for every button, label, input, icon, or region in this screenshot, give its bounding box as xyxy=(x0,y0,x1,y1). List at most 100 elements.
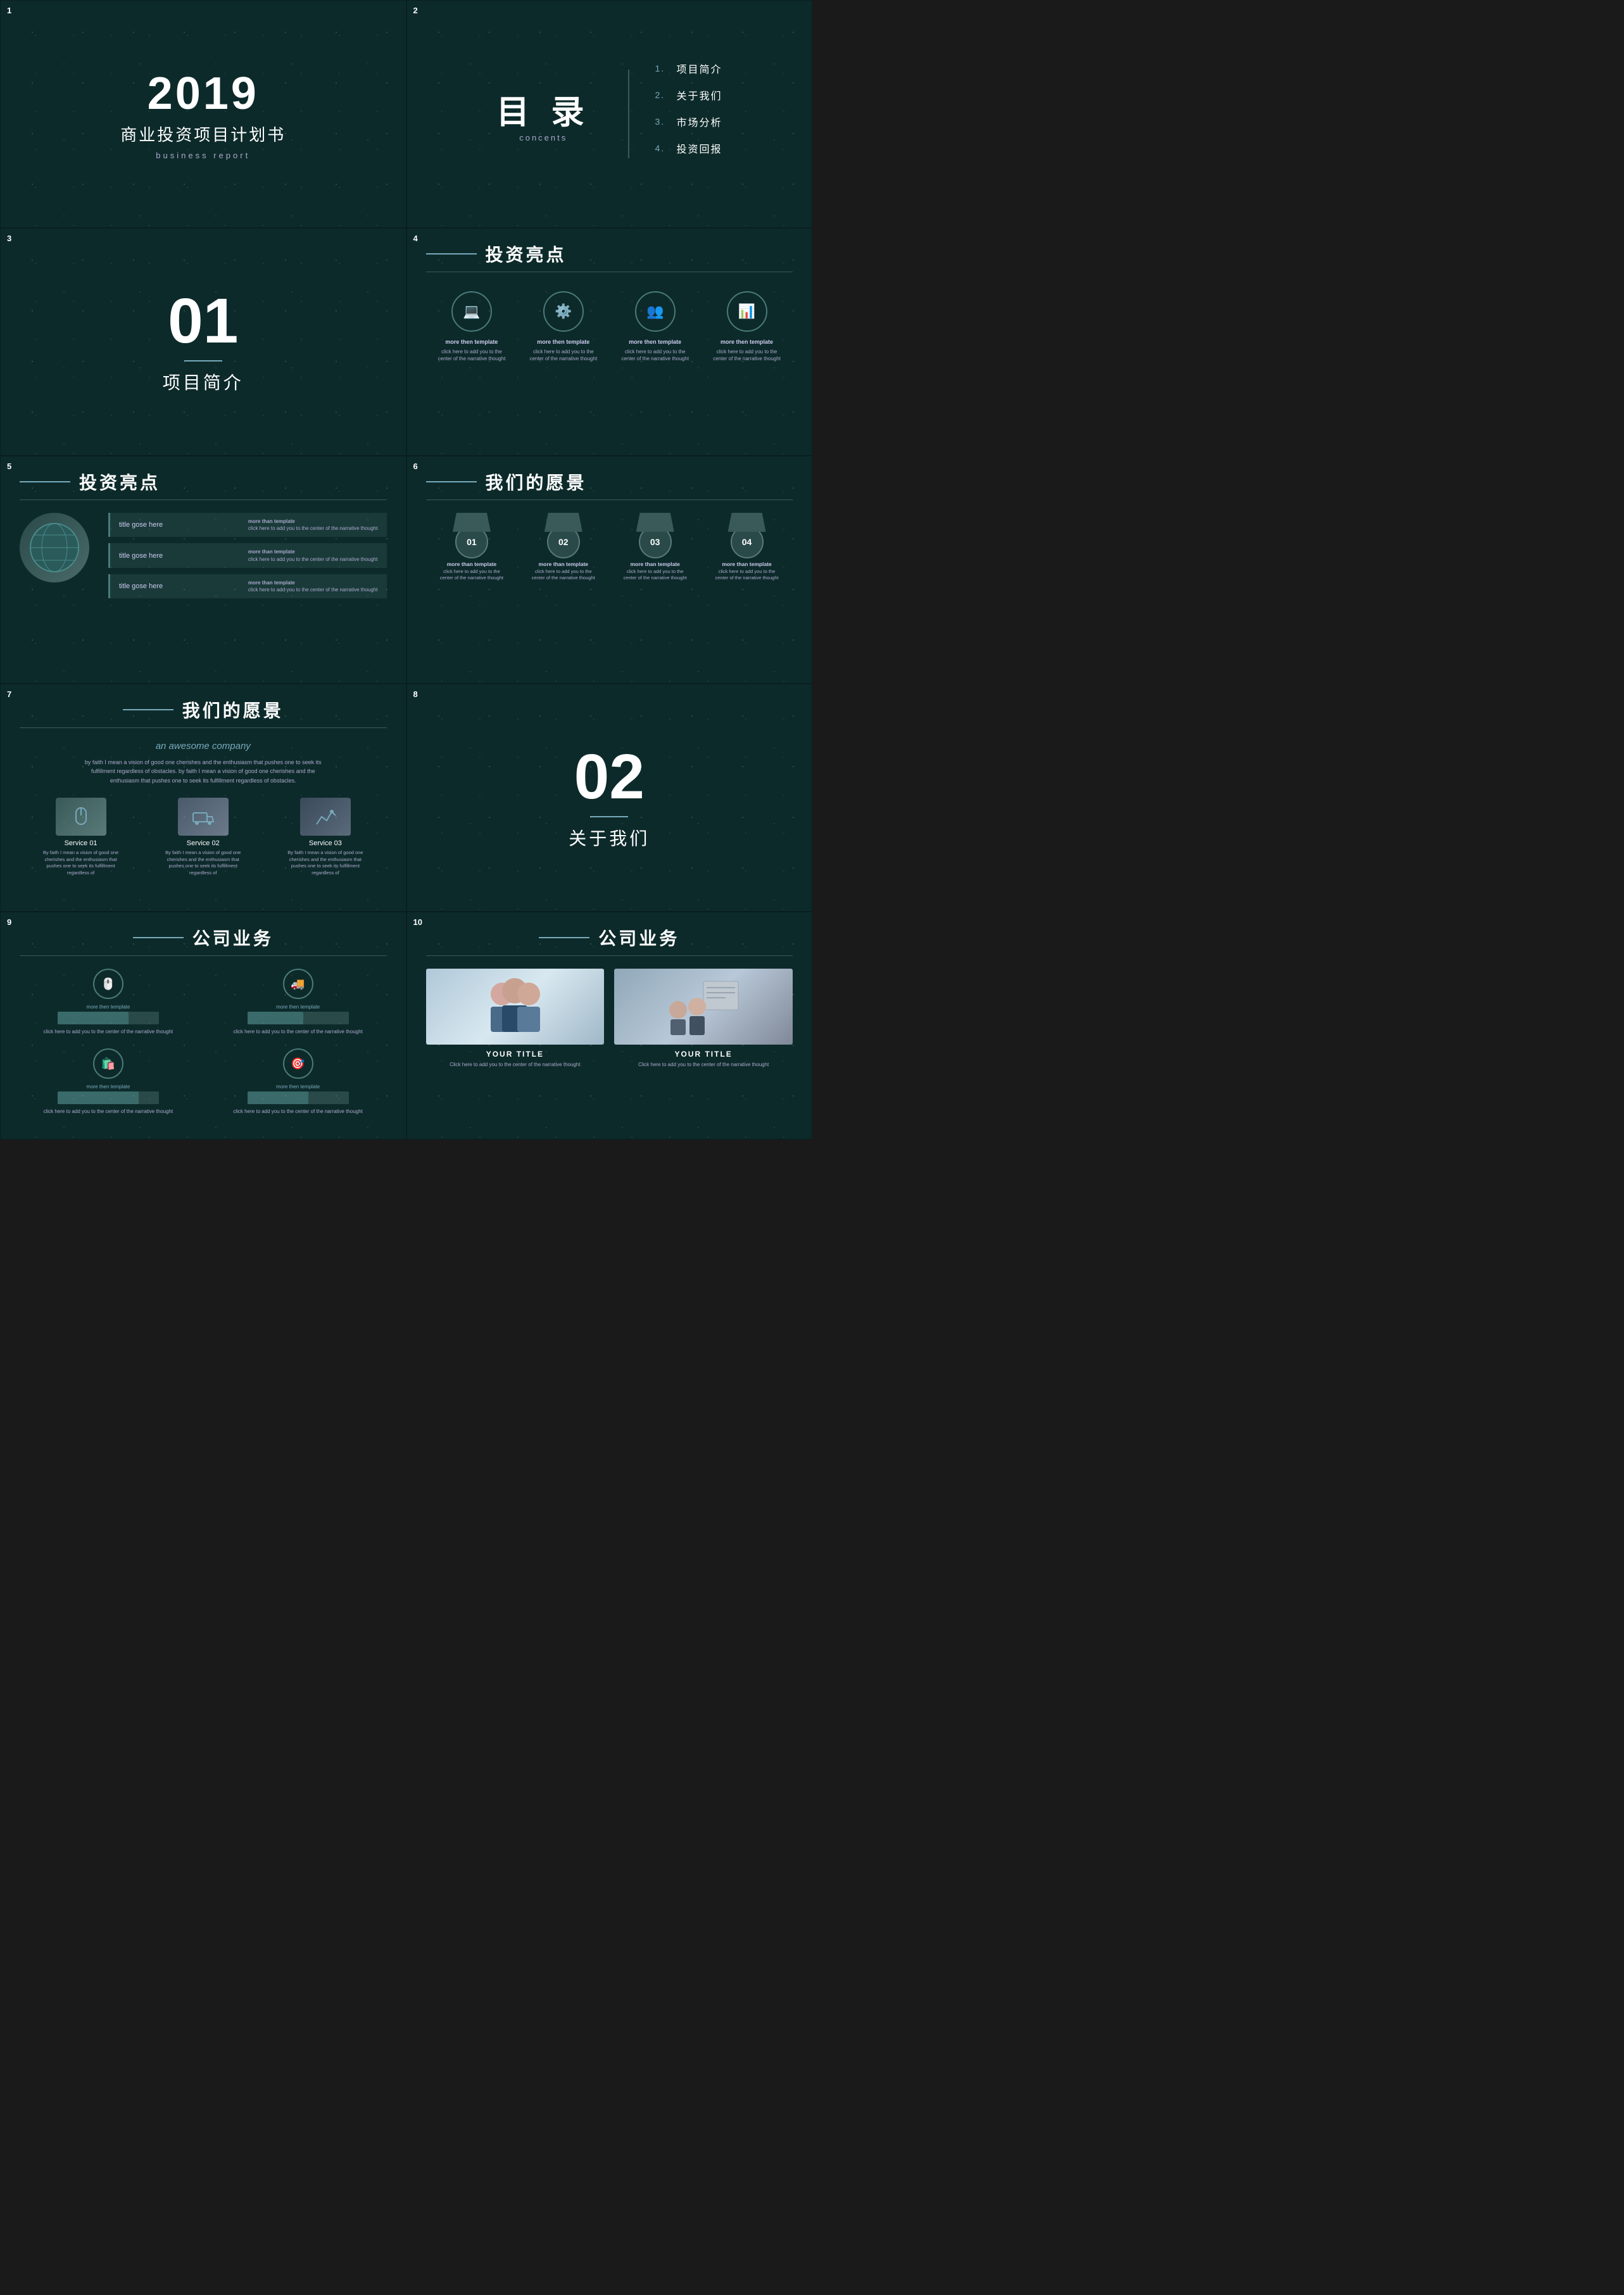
slide7-header: 我们的愿景 xyxy=(20,697,387,728)
service-item-0: Service 01 By faith I mean a vision of g… xyxy=(43,798,119,876)
slide9-header: 公司业务 xyxy=(20,925,387,956)
slide-1: 1 2019 商业投资项目计划书 business report xyxy=(0,0,406,228)
toc-num-3: 3. xyxy=(655,116,667,127)
slide-6: 6 我们的愿景 01 more than template click here… xyxy=(406,456,813,684)
photo-item-0: YOUR TITLE Click here to add you to the … xyxy=(426,969,605,1069)
icons-row-4: 💻 more then template click here to add y… xyxy=(426,291,793,362)
truck-icon xyxy=(191,804,216,829)
photo-meeting xyxy=(614,969,793,1045)
service-img-2 xyxy=(300,798,351,836)
section-number-3: 01 xyxy=(168,289,238,353)
photo-item-1: YOUR TITLE Click here to add you to the … xyxy=(614,969,793,1069)
slide-num-6: 6 xyxy=(413,462,418,471)
line-accent-4 xyxy=(426,253,477,255)
biz-bar-3 xyxy=(248,1091,349,1104)
divider-3 xyxy=(184,360,222,362)
line-accent-9 xyxy=(133,937,184,938)
item-desc-0: more than template click here to add you… xyxy=(248,518,378,532)
slide5-header: 投资亮点 xyxy=(20,469,387,500)
medal-text-0: more than template click here to add you… xyxy=(437,561,507,582)
photo-title-0: YOUR TITLE xyxy=(486,1050,544,1059)
slide7-heading: 我们的愿景 xyxy=(182,697,284,722)
slide-num-10: 10 xyxy=(413,917,422,927)
medal-shape-0: 01 xyxy=(453,513,491,557)
icon-desc-2: click here to add you to the center of t… xyxy=(621,349,689,362)
medal-text-1: more than template click here to add you… xyxy=(529,561,598,582)
slide-4: 4 投资亮点 💻 more then template click here t… xyxy=(406,228,813,456)
chart-icon xyxy=(313,804,338,829)
medal-top-0 xyxy=(453,513,491,532)
toc-num-2: 2. xyxy=(655,90,667,100)
slide4-heading: 投资亮点 xyxy=(486,241,567,267)
photos-row: YOUR TITLE Click here to add you to the … xyxy=(426,969,793,1069)
medal-shape-2: 03 xyxy=(636,513,674,557)
people-illustration xyxy=(477,975,553,1038)
medal-top-1 xyxy=(544,513,582,532)
list-item-0: title gose here more than template click… xyxy=(108,513,387,537)
slide-9: 9 公司业务 🖱️ more then template click here … xyxy=(0,912,406,1140)
service-item-1: Service 02 By faith I mean a vision of g… xyxy=(165,798,241,876)
toc-divider xyxy=(628,70,629,158)
photo-title-1: YOUR TITLE xyxy=(674,1050,732,1059)
line-accent-7 xyxy=(123,709,173,710)
toc-left: 目 录 concents xyxy=(496,85,590,142)
icon-item-1: ⚙️ more then template click here to add … xyxy=(526,291,601,362)
photo-desc-0: Click here to add you to the center of t… xyxy=(450,1061,580,1069)
photo-people xyxy=(426,969,605,1045)
item-desc-2: more than template click here to add you… xyxy=(248,579,378,593)
biz-icon-3: 🎯 xyxy=(283,1048,313,1079)
meeting-illustration xyxy=(665,975,741,1038)
slide-num-8: 8 xyxy=(413,689,418,699)
biz-item-3: 🎯 more then template click here to add y… xyxy=(210,1048,387,1116)
icon-desc-1: click here to add you to the center of t… xyxy=(529,349,597,362)
service-desc-0: By faith I mean a vision of good one che… xyxy=(43,850,119,876)
icon-circle-1: ⚙️ xyxy=(543,291,584,332)
medal-shape-3: 04 xyxy=(728,513,766,557)
slide-8: 8 02 关于我们 xyxy=(406,684,813,912)
mouse-icon xyxy=(68,804,94,829)
toc-subtitle: concents xyxy=(496,133,590,142)
slide-num-9: 9 xyxy=(7,917,11,927)
icon-desc-0: click here to add you to the center of t… xyxy=(438,349,506,362)
biz-bar-2 xyxy=(58,1091,159,1104)
company-name: an awesome company xyxy=(20,741,387,751)
toc-label-2: 关于我们 xyxy=(676,87,722,103)
globe-icon xyxy=(26,519,83,576)
biz-bar-label-2: more then template xyxy=(86,1084,130,1090)
slide-5: 5 投资亮点 title gose here xyxy=(0,456,406,684)
biz-grid: 🖱️ more then template click here to add … xyxy=(20,969,387,1116)
icon-title-1: more then template xyxy=(526,338,601,346)
item-label-0: title gose here xyxy=(119,521,182,529)
medal-item-3: 04 more than template click here to add … xyxy=(712,513,782,582)
medal-item-1: 02 more than template click here to add … xyxy=(529,513,598,582)
biz-item-2: 🛍️ more then template click here to add … xyxy=(20,1048,197,1116)
slide4-header: 投资亮点 xyxy=(426,241,793,272)
slide5-list: title gose here more than template click… xyxy=(108,513,387,605)
line-accent-6 xyxy=(426,481,477,482)
slide-num-4: 4 xyxy=(413,234,418,243)
biz-bar-label-0: more then template xyxy=(86,1004,130,1010)
item-label-2: title gose here xyxy=(119,582,182,590)
item-label-1: title gose here xyxy=(119,552,182,560)
biz-desc-1: click here to add you to the center of t… xyxy=(233,1028,363,1036)
medal-text-3: more than template click here to add you… xyxy=(712,561,782,582)
slide-num-1: 1 xyxy=(7,6,11,15)
medal-text-2: more than template click here to add you… xyxy=(620,561,690,582)
service-title-2: Service 03 xyxy=(309,839,342,847)
toc-title: 目 录 xyxy=(496,85,590,133)
medal-top-3 xyxy=(728,513,766,532)
toc-list: 1. 项目简介 2. 关于我们 3. 市场分析 4. 投资回报 xyxy=(655,61,722,167)
title-chinese: 商业投资项目计划书 xyxy=(120,122,286,146)
biz-icon-1: 🚚 xyxy=(283,969,313,999)
medal-item-2: 03 more than template click here to add … xyxy=(620,513,690,582)
services-row: Service 01 By faith I mean a vision of g… xyxy=(20,798,387,876)
section-number-8: 02 xyxy=(574,745,645,808)
section-title-3: 项目简介 xyxy=(163,369,244,394)
biz-bar-1 xyxy=(248,1012,349,1024)
icon-desc-3: click here to add you to the center of t… xyxy=(713,349,781,362)
service-item-2: Service 03 By faith I mean a vision of g… xyxy=(287,798,363,876)
slide5-content: title gose here more than template click… xyxy=(20,513,387,605)
photo-desc-1: Click here to add you to the center of t… xyxy=(638,1061,769,1069)
line-accent-10 xyxy=(539,937,589,938)
slide-num-5: 5 xyxy=(7,462,11,471)
